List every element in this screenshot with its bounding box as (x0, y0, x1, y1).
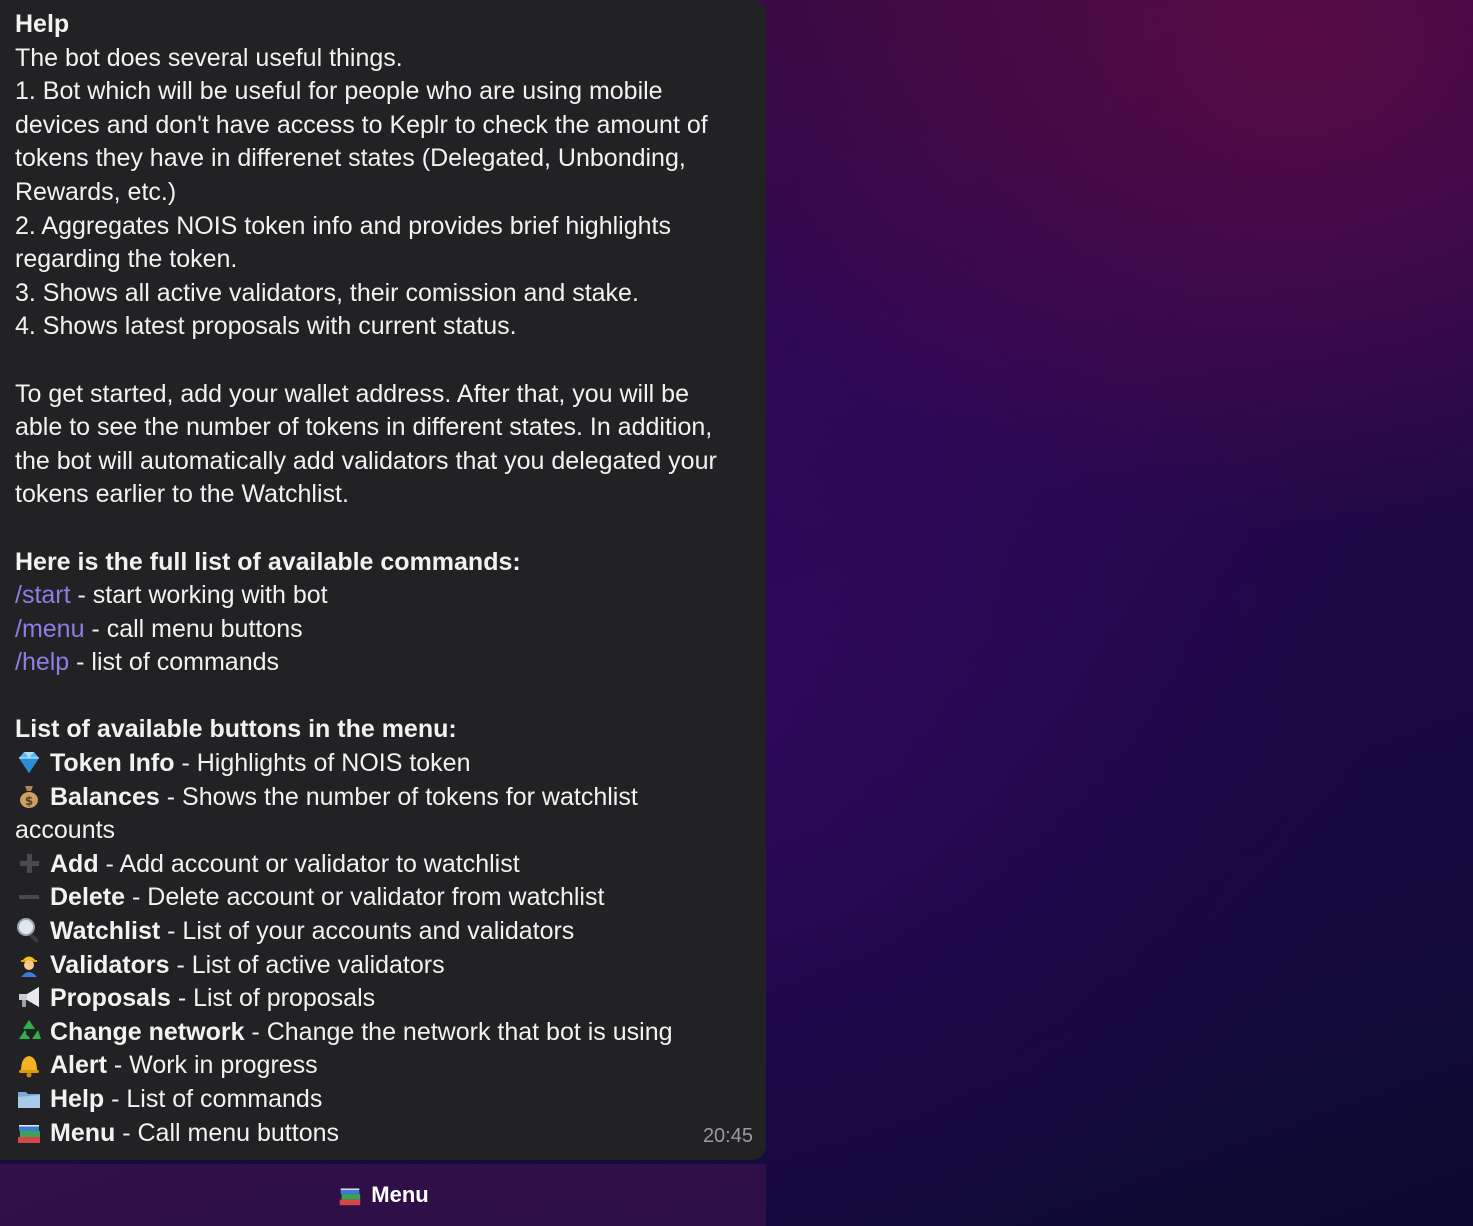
help-message-bubble: Help The bot does several useful things.… (0, 0, 766, 1160)
feature-line: Rewards, etc.) (15, 177, 177, 206)
feature-line: tokens they have in differenet states (D… (15, 144, 686, 173)
getting-started-line: To get started, add your wallet address.… (15, 379, 689, 408)
button-name: Alert (50, 1051, 107, 1080)
getting-started-line: the bot will automatically add validator… (15, 446, 717, 475)
command-row: /menu - call menu buttons (15, 613, 746, 647)
button-row-help: Help - List of commands (15, 1083, 746, 1117)
button-description: - List of proposals (170, 984, 376, 1013)
button-row-add: Add - Add account or validator to watchl… (15, 848, 746, 882)
books-icon (15, 1118, 43, 1146)
feature-line: 1. Bot which will be useful for people w… (15, 77, 663, 106)
getting-started-line: tokens earlier to the Watchlist. (15, 480, 349, 509)
button-name: Token Info (50, 749, 175, 778)
feature-line: regarding the token. (15, 245, 238, 274)
keyboard-menu-label: Menu (371, 1182, 429, 1207)
button-name: Change network (50, 1017, 245, 1046)
gem-icon (15, 748, 43, 776)
button-name: Menu (50, 1118, 116, 1147)
button-description: - Work in progress (106, 1051, 318, 1080)
button-description: - List of your accounts and validators (160, 917, 575, 946)
button-description: - Highlights of NOIS token (174, 749, 471, 778)
button-row-proposals: Proposals - List of proposals (15, 982, 746, 1016)
button-name: Proposals (50, 984, 171, 1013)
getting-started-line: able to see the number of tokens in diff… (15, 413, 713, 442)
button-description: - Call menu buttons (115, 1118, 339, 1147)
message-timestamp: 20:45 (702, 1125, 753, 1148)
button-row-alert: Alert - Work in progress (15, 1049, 746, 1083)
command-description: - start working with bot (70, 581, 328, 610)
message-intro: The bot does several useful things. (15, 43, 403, 72)
command-link-menu[interactable]: /menu (15, 615, 84, 643)
button-name: Delete (50, 883, 126, 912)
button-row-change-network: Change network - Change the network that… (15, 1016, 746, 1050)
button-name: Validators (50, 950, 170, 979)
feature-line: 2. Aggregates NOIS token info and provid… (15, 211, 671, 240)
button-name: Watchlist (50, 917, 161, 946)
feature-line: 3. Shows all active validators, their co… (15, 278, 639, 307)
commands-heading: Here is the full list of available comma… (15, 547, 521, 576)
message-title: Help (15, 10, 70, 38)
button-name: Help (50, 1085, 105, 1113)
recycle-icon (15, 1017, 43, 1045)
command-description: - list of commands (69, 648, 279, 677)
minus-icon (15, 882, 43, 910)
button-row-watchlist: Watchlist - List of your accounts and va… (15, 915, 746, 949)
books-icon (337, 1182, 363, 1208)
button-row-token-info: Token Info - Highlights of NOIS token (15, 747, 746, 781)
button-description: - Change the network that bot is using (244, 1017, 673, 1046)
button-description: - Delete account or validator from watch… (125, 883, 605, 912)
svg-text:$: $ (25, 794, 33, 808)
command-row: /help - list of commands (15, 646, 746, 680)
button-name: Balances (50, 782, 160, 811)
plus-icon (15, 849, 43, 877)
button-description: - List of active validators (169, 950, 445, 979)
keyboard-menu-button[interactable]: Menu (0, 1164, 766, 1226)
feature-line: devices and don't have access to Keplr t… (15, 110, 708, 139)
button-description: - List of commands (104, 1085, 323, 1113)
money-bag-icon: $ (15, 782, 43, 810)
button-row-delete: Delete - Delete account or validator fro… (15, 881, 746, 915)
buttons-heading: List of available buttons in the menu: (15, 715, 457, 744)
button-description: - Add account or validator to watchlist (98, 849, 520, 878)
balances-continuation: accounts (15, 816, 116, 845)
magnifier-icon (15, 916, 43, 944)
command-row: /start - start working with bot (15, 579, 746, 613)
folder-icon (15, 1084, 43, 1112)
button-row-validators: Validators - List of active validators (15, 949, 746, 983)
megaphone-icon (15, 983, 43, 1011)
command-link-start[interactable]: /start (15, 581, 71, 609)
command-description: - call menu buttons (84, 614, 303, 643)
feature-line: 4. Shows latest proposals with current s… (15, 312, 517, 341)
bell-icon (15, 1050, 43, 1078)
button-name: Add (50, 849, 99, 878)
worker-icon (15, 950, 43, 978)
button-row-balances: $ Balances - Shows the number of tokens f… (15, 781, 746, 815)
button-row-menu: Menu - Call menu buttons (15, 1117, 746, 1151)
command-link-help[interactable]: /help (15, 648, 69, 676)
button-description: - Shows the number of tokens for watchli… (159, 782, 638, 811)
